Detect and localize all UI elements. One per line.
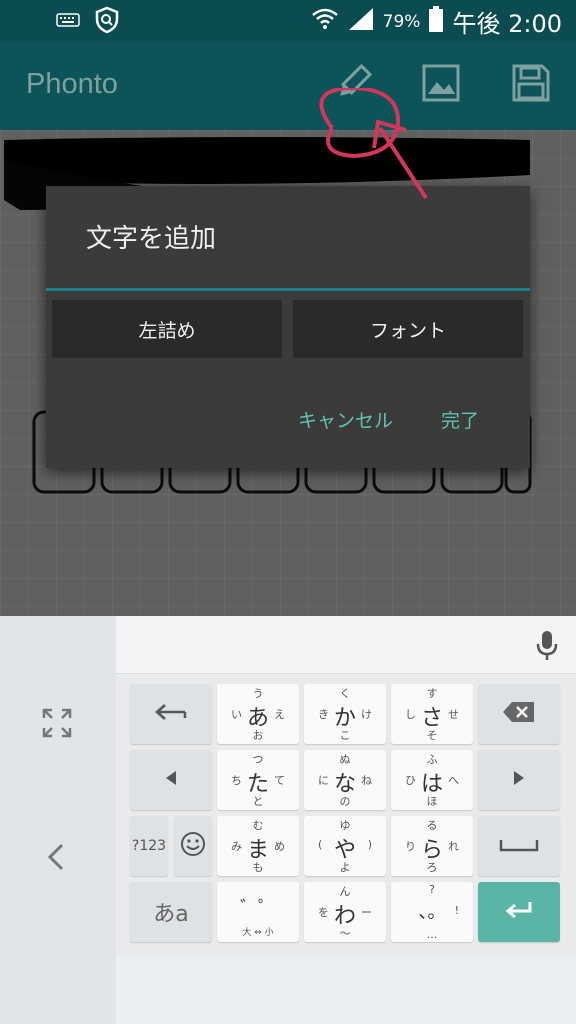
signal-icon <box>347 6 375 38</box>
save-icon <box>512 64 550 106</box>
image-icon <box>422 64 460 106</box>
key-ma-row[interactable]: むみまめも <box>217 816 299 876</box>
key-sa-row[interactable]: すしさせそ <box>391 684 473 744</box>
enter-arrow-icon <box>504 900 534 924</box>
triangle-right-icon <box>512 770 526 790</box>
keyboard-icon <box>56 12 80 32</box>
battery-percent: 79% <box>382 11 421 32</box>
dialog-text-field-underline[interactable] <box>46 288 530 291</box>
vpn-shield-icon <box>94 6 120 38</box>
backspace-icon <box>502 701 536 727</box>
microphone-icon <box>536 631 558 666</box>
battery-icon <box>428 5 444 39</box>
key-ta-row[interactable]: つちたてと <box>217 750 299 810</box>
key-ha-row[interactable]: ふひはへほ <box>391 750 473 810</box>
key-ka-row[interactable]: くきかけこ <box>304 684 386 744</box>
space-key[interactable] <box>478 816 560 876</box>
ime-keyboard: ういあえお くきかけこ すしさせそ つちたてと ぬになねの ふひはへほ ?123… <box>0 616 576 1024</box>
done-button[interactable]: 完了 <box>441 406 479 433</box>
expand-keyboard-button[interactable] <box>42 708 72 742</box>
key-ra-row[interactable]: るりられろ <box>391 816 473 876</box>
image-button[interactable] <box>418 62 464 108</box>
keyboard-keys: ういあえお くきかけこ すしさせそ つちたてと ぬになねの ふひはへほ ?123… <box>116 674 576 956</box>
key-dakuten[interactable]: ゛゜大 ⇔ 小 <box>217 882 299 942</box>
key-punctuation[interactable]: ?、。!… <box>391 882 473 942</box>
keyboard-side-panel <box>0 616 116 1024</box>
add-text-button[interactable] <box>330 62 376 108</box>
key-wa-row[interactable]: んをわー〜 <box>304 882 386 942</box>
emoji-key[interactable] <box>174 816 212 876</box>
status-bar: 79% 午後 2:00 <box>0 0 576 42</box>
clock: 午後 2:00 <box>452 10 562 38</box>
triangle-left-icon <box>164 770 178 790</box>
number-mode-key[interactable]: ?123 <box>130 816 168 876</box>
cursor-left-key[interactable] <box>130 750 212 810</box>
cancel-button[interactable]: キャンセル <box>298 406 393 433</box>
collapse-keyboard-button[interactable] <box>44 842 68 876</box>
dialog-title: 文字を追加 <box>86 224 217 254</box>
space-bar-icon <box>499 837 539 856</box>
wifi-icon <box>311 6 339 38</box>
align-left-button[interactable]: 左詰め <box>52 300 282 358</box>
backspace-key[interactable] <box>478 684 560 744</box>
key-a-row[interactable]: ういあえお <box>217 684 299 744</box>
add-text-dialog: 文字を追加 左詰め フォント キャンセル 完了 <box>46 186 530 468</box>
smiley-icon <box>180 831 206 861</box>
keyboard-suggestion-bar <box>116 616 576 674</box>
voice-input-button[interactable] <box>536 630 558 666</box>
cursor-back-key[interactable] <box>130 684 212 744</box>
chevron-left-icon <box>44 843 68 876</box>
keyboard-bottom-area <box>116 956 576 1024</box>
arrow-left-back-icon <box>153 702 189 726</box>
app-title: Phonto <box>26 68 118 100</box>
pencil-icon <box>333 63 373 107</box>
app-bar: Phonto <box>0 42 576 130</box>
key-ya-row[interactable]: ゆ(や) よ <box>304 816 386 876</box>
save-button[interactable] <box>508 62 554 108</box>
font-button[interactable]: フォント <box>293 300 523 358</box>
expand-icon <box>42 708 72 742</box>
cursor-right-key[interactable] <box>478 750 560 810</box>
input-mode-key[interactable]: あa <box>130 882 212 942</box>
key-na-row[interactable]: ぬになねの <box>304 750 386 810</box>
enter-key[interactable] <box>478 882 560 942</box>
